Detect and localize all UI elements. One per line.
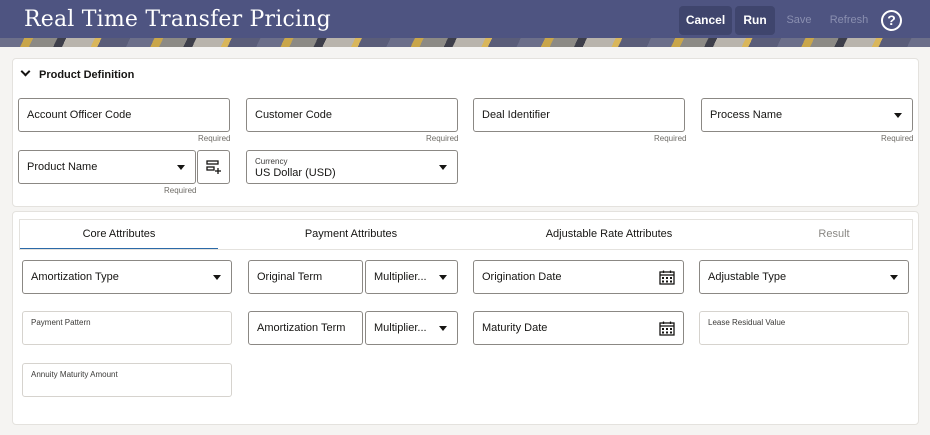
tab-core-attributes[interactable]: Core Attributes [20, 220, 218, 250]
field-label: Adjustable Type [708, 271, 787, 283]
field-label: Multiplier... [374, 271, 427, 283]
cancel-button[interactable]: Cancel [679, 6, 732, 35]
field-label: Origination Date [482, 271, 562, 283]
annuity-maturity-amount-field[interactable]: Annuity Maturity Amount [22, 363, 232, 397]
origination-date-input[interactable]: Origination Date [473, 260, 684, 294]
field-label: Product Name [27, 161, 98, 173]
field-label: Customer Code [255, 109, 333, 121]
payment-pattern-field[interactable]: Payment Pattern [22, 311, 232, 345]
product-definition-panel [12, 58, 919, 207]
field-label: Amortization Type [31, 271, 119, 283]
field-label: Amortization Term [257, 322, 346, 334]
required-hint: Required [426, 134, 459, 143]
field-label: Deal Identifier [482, 109, 550, 121]
process-name-select[interactable]: Process Name [701, 98, 913, 132]
section-title: Product Definition [39, 69, 135, 81]
original-term-input[interactable]: Original Term [248, 260, 363, 294]
field-label: Annuity Maturity Amount [31, 370, 118, 379]
adjustable-type-select[interactable]: Adjustable Type [699, 260, 909, 294]
amortization-type-select[interactable]: Amortization Type [22, 260, 232, 294]
field-label: Multiplier... [374, 322, 427, 334]
calendar-icon[interactable] [659, 321, 675, 336]
attribute-tabs: Core Attributes Payment Attributes Adjus… [19, 219, 913, 250]
tab-adjustable-rate-attributes[interactable]: Adjustable Rate Attributes [496, 220, 722, 250]
deal-identifier-field[interactable]: Deal Identifier [473, 98, 685, 132]
caret-down-icon [894, 113, 902, 118]
product-definition-header[interactable]: Product Definition [20, 66, 135, 81]
caret-down-icon [439, 275, 447, 280]
required-hint: Required [654, 134, 687, 143]
add-product-button[interactable] [197, 150, 230, 184]
field-label: Currency [255, 157, 288, 166]
caret-down-icon [439, 326, 447, 331]
add-list-icon [206, 160, 221, 174]
required-hint: Required [881, 134, 914, 143]
header-decorative-banner [0, 38, 930, 47]
maturity-date-input[interactable]: Maturity Date [473, 311, 684, 345]
caret-down-icon [439, 165, 447, 170]
caret-down-icon [213, 275, 221, 280]
rttp-app: Real Time Transfer Pricing Cancel Run Sa… [0, 0, 930, 435]
caret-down-icon [177, 165, 185, 170]
field-label: Lease Residual Value [708, 318, 786, 327]
run-button[interactable]: Run [735, 6, 775, 35]
caret-down-icon [890, 275, 898, 280]
currency-value: US Dollar (USD) [255, 167, 336, 179]
tab-payment-attributes[interactable]: Payment Attributes [244, 220, 458, 250]
page-title: Real Time Transfer Pricing [24, 7, 331, 32]
save-button[interactable]: Save [783, 6, 815, 35]
chevron-down-icon [20, 66, 31, 77]
help-icon[interactable]: ? [881, 10, 902, 31]
product-name-select[interactable]: Product Name [18, 150, 196, 184]
required-hint: Required [198, 134, 231, 143]
tab-result[interactable]: Result [774, 220, 894, 250]
currency-select[interactable]: Currency US Dollar (USD) [246, 150, 458, 184]
original-term-multiplier-select[interactable]: Multiplier... [365, 260, 458, 294]
account-officer-code-field[interactable]: Account Officer Code [18, 98, 230, 132]
app-header: Real Time Transfer Pricing Cancel Run Sa… [0, 0, 930, 47]
refresh-button[interactable]: Refresh [826, 6, 872, 35]
tabs-divider [19, 249, 913, 250]
field-label: Process Name [710, 109, 783, 121]
calendar-icon[interactable] [659, 270, 675, 285]
required-hint: Required [164, 186, 197, 195]
amortization-term-input[interactable]: Amortization Term [248, 311, 363, 345]
customer-code-field[interactable]: Customer Code [246, 98, 458, 132]
field-label: Account Officer Code [27, 109, 132, 121]
field-label: Maturity Date [482, 322, 548, 334]
lease-residual-value-field[interactable]: Lease Residual Value [699, 311, 909, 345]
field-label: Payment Pattern [31, 318, 91, 327]
amortization-term-multiplier-select[interactable]: Multiplier... [365, 311, 458, 345]
field-label: Original Term [257, 271, 323, 283]
